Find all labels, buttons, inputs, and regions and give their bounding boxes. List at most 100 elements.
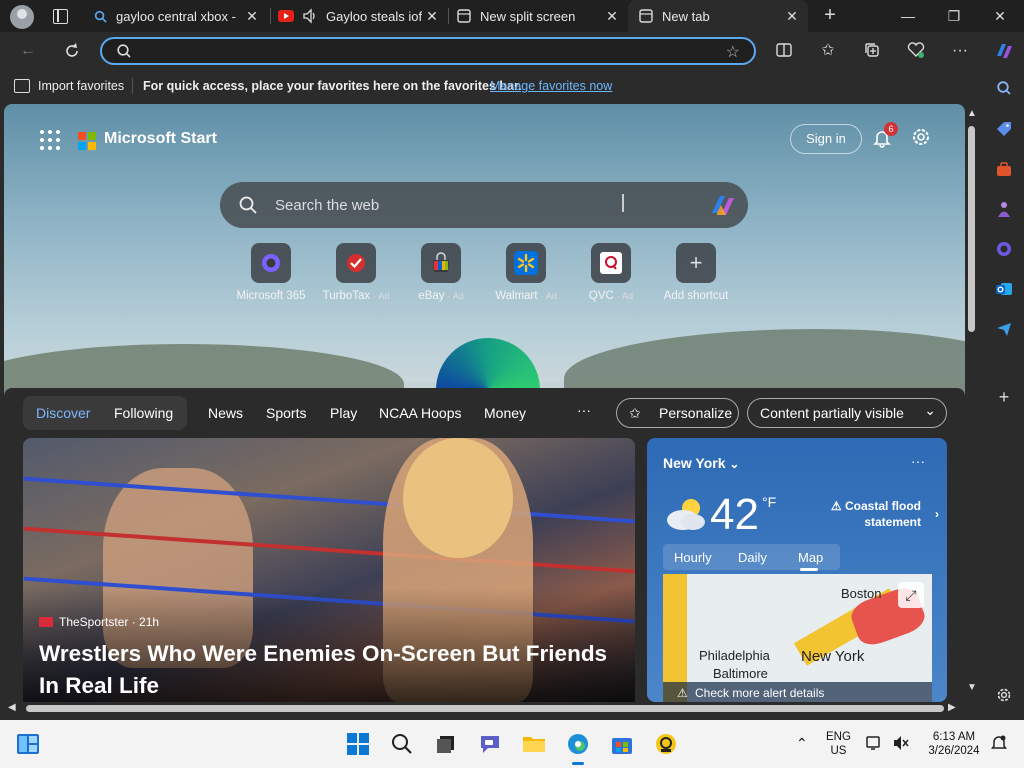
clock-time: 6:13 AM — [932, 731, 976, 743]
nav-following[interactable]: Following — [114, 405, 173, 421]
language-indicator[interactable]: ENG US — [826, 730, 851, 758]
search-icon[interactable] — [993, 80, 1015, 102]
settings-more-icon[interactable]: ··· — [950, 41, 970, 61]
weather-tab-map[interactable]: Map — [798, 550, 823, 571]
weather-tab-hourly[interactable]: Hourly — [674, 550, 712, 565]
scroll-right-arrow[interactable]: ▶ — [948, 702, 956, 713]
sidebar-settings-icon[interactable] — [993, 686, 1015, 708]
lang-line1: ENG — [826, 731, 851, 743]
send-icon[interactable] — [993, 320, 1015, 342]
ad-label: · Ad — [373, 291, 390, 301]
shortcut-label: Add shortcut — [663, 290, 729, 302]
address-bar[interactable]: ☆ — [100, 37, 756, 65]
speaker-icon[interactable] — [302, 8, 318, 24]
close-tab-icon[interactable]: ✕ — [424, 8, 440, 24]
nav-discover[interactable]: Discover — [36, 405, 90, 421]
nav-ncaa-hoops[interactable]: NCAA Hoops — [379, 405, 461, 421]
store-icon[interactable] — [610, 732, 634, 756]
refresh-button[interactable] — [62, 41, 82, 61]
search-icon[interactable] — [390, 732, 414, 756]
content-visibility-dropdown[interactable]: Content partially visible ⌄ — [747, 398, 947, 428]
tab-actions-icon[interactable] — [50, 6, 70, 26]
horizontal-scrollbar[interactable]: ◀ ▶ — [4, 701, 965, 715]
shopping-tag-icon[interactable] — [993, 120, 1015, 142]
import-favorites-button[interactable]: Import favorites — [38, 79, 124, 93]
tab-2[interactable]: Gayloo steals iof ✕ — [278, 0, 448, 32]
shortcut-walmart[interactable]: Walmart · Ad — [481, 243, 571, 302]
volume-muted-icon[interactable] — [892, 735, 910, 755]
close-window-button[interactable]: ✕ — [990, 6, 1010, 26]
close-tab-icon[interactable]: ✕ — [784, 8, 800, 24]
shortcut-turbotax[interactable]: TurboTax · Ad — [311, 243, 401, 302]
scroll-left-arrow[interactable]: ◀ — [8, 702, 16, 713]
weather-tab-daily[interactable]: Daily — [738, 550, 767, 565]
weather-location[interactable]: New York ⌄ — [663, 455, 739, 471]
games-icon[interactable] — [993, 200, 1015, 222]
vertical-scroll-thumb[interactable] — [968, 126, 975, 332]
nav-money[interactable]: Money — [484, 405, 526, 421]
back-button[interactable]: ← — [18, 41, 38, 61]
network-icon[interactable] — [866, 735, 884, 755]
profile-avatar[interactable] — [10, 5, 34, 29]
add-sidebar-app-icon[interactable]: + — [993, 386, 1015, 408]
shortcut-label: Walmart — [495, 290, 538, 302]
chat-icon[interactable] — [478, 732, 502, 756]
tools-icon[interactable] — [993, 160, 1015, 182]
horizontal-scroll-thumb[interactable] — [26, 705, 944, 712]
tab-3[interactable]: New split screen ✕ — [456, 0, 628, 32]
edge-icon[interactable] — [566, 732, 590, 765]
scroll-up-arrow[interactable]: ▲ — [967, 108, 977, 119]
start-icon[interactable] — [346, 732, 370, 756]
split-screen-icon[interactable] — [774, 41, 794, 61]
favorites-icon[interactable]: ✩ — [818, 41, 838, 61]
personalize-label: Personalize — [659, 405, 733, 421]
close-tab-icon[interactable]: ✕ — [604, 8, 620, 24]
story-headline[interactable]: Wrestlers Who Were Enemies On-Screen But… — [39, 638, 629, 702]
add-shortcut-button[interactable]: + Add shortcut — [651, 243, 741, 302]
content-visibility-label: Content partially visible — [760, 405, 904, 421]
close-tab-icon[interactable]: ✕ — [244, 8, 260, 24]
more-nav-icon[interactable]: ··· — [577, 402, 591, 418]
collections-icon[interactable] — [862, 41, 882, 61]
alert-details-link[interactable]: ⚠ Check more alert details — [663, 682, 932, 702]
favorite-star-icon[interactable]: ☆ — [726, 42, 740, 62]
temperature-unit: °F — [762, 494, 777, 510]
nav-sports[interactable]: Sports — [266, 405, 306, 421]
story-card[interactable]: TheSportster · 21h Wrestlers Who Were En… — [23, 438, 635, 702]
weather-alert[interactable]: ⚠ Coastal flood statement › — [829, 498, 939, 530]
task-view-icon[interactable] — [434, 732, 458, 756]
manage-favorites-link[interactable]: Manage favorites now — [490, 79, 612, 93]
tab-4-active[interactable]: New tab ✕ — [628, 0, 808, 32]
shortcut-microsoft-365[interactable]: Microsoft 365 — [226, 243, 316, 302]
widgets-icon[interactable] — [16, 732, 40, 756]
copilot-icon[interactable] — [708, 191, 738, 219]
restore-button[interactable]: ❐ — [944, 6, 964, 26]
personalize-button[interactable]: ✩ Personalize — [616, 398, 739, 428]
microsoft-365-icon[interactable] — [993, 240, 1015, 262]
nav-news[interactable]: News — [208, 405, 243, 421]
minimize-button[interactable]: — — [898, 6, 918, 26]
copilot-icon[interactable] — [993, 40, 1015, 62]
expand-map-icon[interactable]: ⤢ — [898, 582, 924, 608]
app-icon[interactable] — [654, 732, 678, 756]
vertical-scrollbar[interactable]: ▲ ▼ — [965, 104, 979, 700]
nav-play[interactable]: Play — [330, 405, 357, 421]
gear-icon[interactable] — [910, 126, 932, 148]
app-launcher-icon[interactable] — [40, 130, 60, 150]
file-explorer-icon[interactable] — [522, 732, 546, 756]
browser-essentials-icon[interactable] — [906, 41, 926, 61]
shortcut-ebay[interactable]: eBay · Ad — [396, 243, 486, 302]
outlook-icon[interactable] — [993, 280, 1015, 302]
clock[interactable]: 6:13 AM 3/26/2024 — [922, 730, 986, 758]
sign-in-button[interactable]: Sign in — [790, 124, 862, 154]
web-search-box[interactable]: Search the web — [220, 182, 748, 228]
chevron-up-icon[interactable]: ⌃ — [796, 736, 808, 750]
tab-title: New split screen — [480, 8, 576, 24]
scroll-down-arrow[interactable]: ▼ — [967, 682, 977, 693]
weather-more-icon[interactable]: ··· — [911, 453, 925, 469]
new-tab-button[interactable]: + — [820, 5, 840, 26]
notification-center-icon[interactable] — [990, 734, 1008, 756]
brand-title[interactable]: Microsoft Start — [104, 130, 217, 148]
tab-1[interactable]: gayloo central xbox - ✕ — [92, 0, 268, 32]
shortcut-qvc[interactable]: QVC · Ad — [566, 243, 656, 302]
